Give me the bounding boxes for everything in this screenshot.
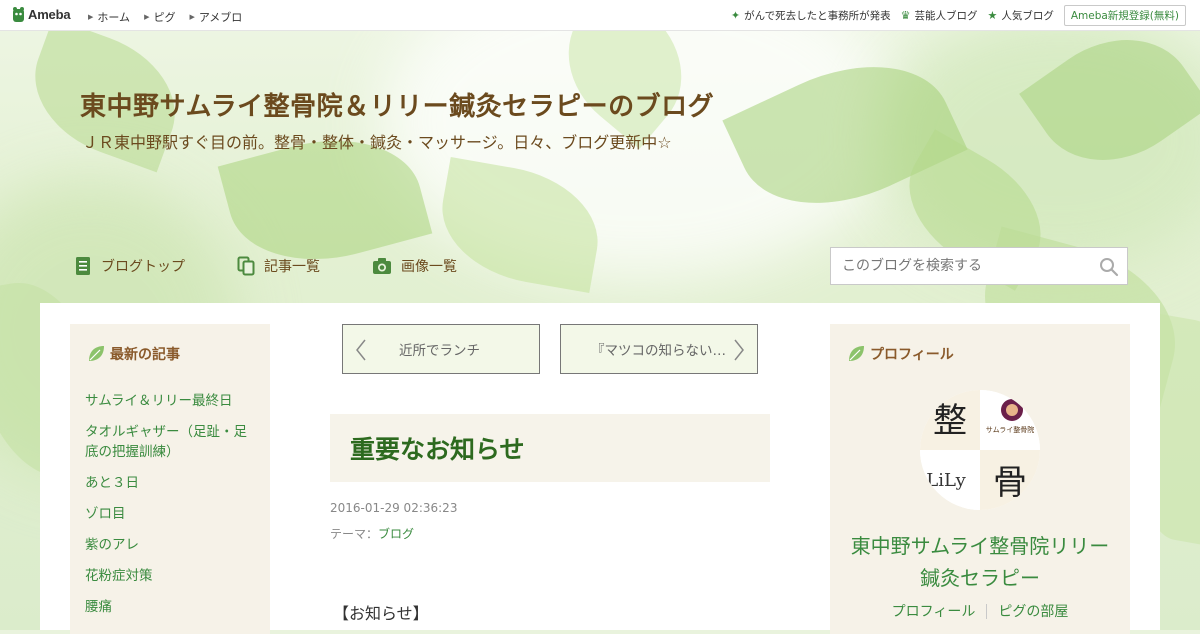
- main-content: 最新の記事 サムライ＆リリー最終日 タオルギャザー（足趾・足底の把握訓練） あと…: [40, 303, 1160, 634]
- recent-entry-link[interactable]: あと３日: [85, 473, 260, 493]
- recent-entries-list: サムライ＆リリー最終日 タオルギャザー（足趾・足底の把握訓練） あと３日 ゾロ目…: [85, 391, 260, 628]
- top-nav: ▶ ホーム ▶ ピグ ▶ アメブロ: [88, 9, 242, 25]
- recent-entries-title: 最新の記事: [110, 347, 180, 363]
- top-right-links: ✦ がんで死去したと事務所が発表 ♛ 芸能人ブログ ★ 人気ブログ Ameba新規登録…: [731, 5, 1186, 26]
- ameba-logo[interactable]: Ameba: [12, 6, 71, 23]
- leaf-icon: [89, 346, 104, 361]
- search-icon[interactable]: [1099, 257, 1119, 277]
- profile-name[interactable]: 東中野サムライ整骨院リリー 鍼灸セラピー: [830, 530, 1130, 594]
- blog-search: [830, 247, 1128, 285]
- blog-title[interactable]: 東中野サムライ整骨院＆リリー鍼灸セラピーのブログ: [80, 86, 714, 123]
- news-link[interactable]: ✦ がんで死去したと事務所が発表: [731, 8, 891, 23]
- entry-title[interactable]: 重要なお知らせ: [350, 430, 525, 466]
- crown-icon: ♛: [900, 9, 911, 22]
- blog-nav-top[interactable]: ブログトップ: [74, 256, 185, 276]
- top-nav-label: ホーム: [97, 11, 131, 24]
- profile-links: プロフィール ピグの部屋: [830, 601, 1130, 621]
- entry-body: 【お知らせ】: [333, 604, 429, 623]
- celebrity-blog-link[interactable]: ♛ 芸能人ブログ: [901, 8, 978, 23]
- avatar-clinic-text: サムライ整骨院: [986, 425, 1035, 434]
- document-icon: [76, 257, 90, 275]
- entry-date: 2016-01-29 02:36:23: [330, 501, 458, 515]
- ameba-mascot-icon: [13, 7, 24, 22]
- triangle-right-icon: ▶: [144, 13, 150, 21]
- pigg-room-link[interactable]: ピグの部屋: [998, 601, 1068, 621]
- recent-entry-link[interactable]: ゾロ目: [85, 504, 260, 524]
- recent-entry-link[interactable]: 紫のアレ: [85, 535, 260, 555]
- blog-nav-entries[interactable]: 記事一覧: [237, 256, 320, 276]
- profile-name-line: 東中野サムライ整骨院リリー: [850, 534, 1110, 558]
- avatar-image: 整 サムライ整骨院 LiLy 骨: [920, 390, 1040, 510]
- profile-name-line: 鍼灸セラピー: [920, 566, 1040, 590]
- blog-nav-label: ブログトップ: [101, 259, 185, 275]
- triangle-right-icon: ▶: [88, 13, 94, 21]
- profile-title: プロフィール: [870, 347, 954, 363]
- celebrity-blog-label: 芸能人ブログ: [914, 10, 978, 22]
- news-link-label: がんで死去したと事務所が発表: [744, 10, 891, 22]
- prev-entry-label: 近所でランチ: [399, 343, 480, 359]
- camera-icon: [373, 258, 391, 274]
- copy-icon: [237, 256, 255, 276]
- prev-entry-button[interactable]: 近所でランチ: [342, 324, 540, 374]
- avatar[interactable]: 整 サムライ整骨院 LiLy 骨: [920, 390, 1040, 510]
- profile-heading: プロフィール: [847, 344, 954, 364]
- search-input[interactable]: [831, 248, 1082, 284]
- triangle-right-icon: ▶: [189, 13, 195, 21]
- entry-theme-prefix: テーマ：: [330, 527, 379, 541]
- entry-theme: テーマ：ブログ: [330, 525, 414, 542]
- top-nav-home[interactable]: ▶ ホーム: [88, 9, 130, 25]
- recent-entries-box: 最新の記事 サムライ＆リリー最終日 タオルギャザー（足趾・足底の把握訓練） あと…: [70, 324, 270, 634]
- popular-blog-label: 人気ブログ: [1001, 10, 1054, 22]
- top-nav-ameblo[interactable]: ▶ アメブロ: [189, 9, 242, 25]
- top-nav-pigg[interactable]: ▶ ピグ: [144, 9, 175, 25]
- avatar-kanji-bottom: 骨: [993, 463, 1027, 503]
- entry-theme-link[interactable]: ブログ: [378, 527, 414, 541]
- leaf-icon: [849, 346, 864, 361]
- blog-nav-images[interactable]: 画像一覧: [372, 256, 457, 276]
- register-button[interactable]: Ameba新規登録(無料): [1063, 5, 1186, 26]
- next-entry-label: 『マツコの知らない世界』: [591, 343, 729, 359]
- chevron-left-icon: [356, 339, 366, 361]
- profile-box: プロフィール 整 サムライ整骨院 LiLy 骨 東中野サムライ整骨院リリー 鍼灸…: [830, 324, 1130, 634]
- entry-title-box: 重要なお知らせ: [330, 414, 770, 482]
- ameba-logo-text: Ameba: [28, 7, 71, 22]
- next-entry-button[interactable]: 『マツコの知らない世界』: [560, 324, 758, 374]
- star-icon: ★: [987, 9, 998, 22]
- profile-link[interactable]: プロフィール: [892, 601, 976, 621]
- blog-description: ＪＲ東中野駅すぐ目の前。整骨・整体・鍼灸・マッサージ。日々、ブログ更新中☆: [82, 133, 672, 152]
- top-nav-label: アメブロ: [198, 11, 243, 24]
- recent-entry-link[interactable]: タオルギャザー（足趾・足底の把握訓練）: [85, 422, 260, 462]
- sparkle-icon: ✦: [730, 9, 741, 22]
- ameba-top-bar: Ameba ▶ ホーム ▶ ピグ ▶ アメブロ ✦ がんで死去したと事務所が発表 ♛ 芸能…: [0, 0, 1200, 31]
- recent-entries-heading: 最新の記事: [87, 344, 180, 364]
- recent-entry-link[interactable]: サムライ＆リリー最終日: [85, 391, 260, 411]
- chevron-right-icon: [734, 339, 744, 361]
- blog-nav: ブログトップ 記事一覧 画像一覧: [74, 256, 457, 276]
- avatar-lily-text: LiLy: [926, 470, 966, 491]
- recent-entry-link[interactable]: 腰痛: [85, 597, 260, 617]
- popular-blog-link[interactable]: ★ 人気ブログ: [987, 8, 1053, 23]
- blog-nav-label: 画像一覧: [401, 259, 457, 275]
- recent-entry-link[interactable]: 花粉症対策: [85, 566, 260, 586]
- avatar-kanji-top: 整: [933, 401, 967, 441]
- blog-nav-label: 記事一覧: [264, 259, 320, 275]
- divider: [986, 603, 988, 619]
- top-nav-label: ピグ: [153, 11, 176, 24]
